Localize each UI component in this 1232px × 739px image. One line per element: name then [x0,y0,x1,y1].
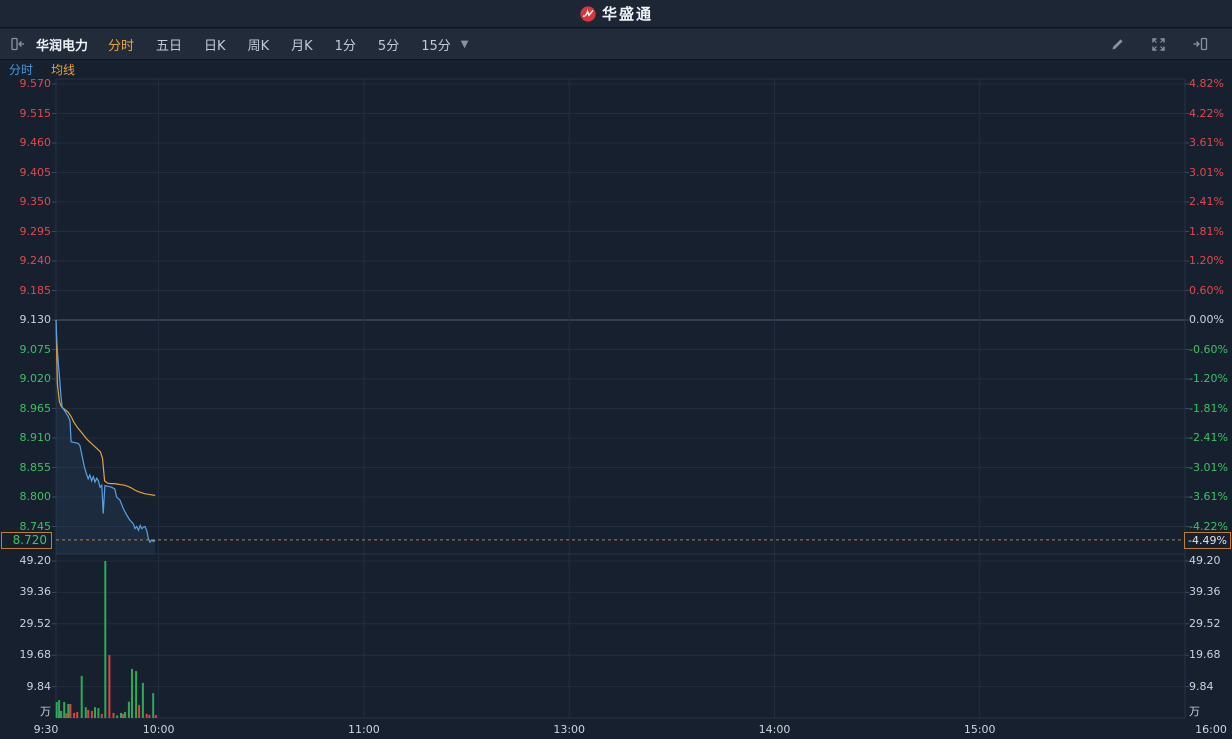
pct-axis-label: -3.01% [1189,460,1228,474]
tab-5day[interactable]: 五日 [156,35,182,54]
pct-axis-label: -0.60% [1189,342,1228,356]
draw-pencil-icon[interactable] [1110,37,1125,52]
legend-average-line[interactable]: 均线 [51,61,75,78]
pct-axis-label: 0.60% [1189,283,1224,297]
huashengtong-logo-icon [580,5,596,22]
price-axis-label: 9.295 [19,224,52,238]
tab-fenshi[interactable]: 分时 [108,35,134,54]
price-axis-label: 9.020 [19,372,52,385]
chart-toolbar: 华润电力 分时 五日 日K 周K 月K 1分 5分 15分 ▼ [0,29,1232,60]
price-axis-label: 8.745 [19,519,52,533]
price-axis-label: 8.800 [19,490,52,503]
price-axis-label: 9.240 [19,254,52,267]
app-titlebar: 华盛通 [0,0,1232,28]
pct-axis-label: -3.61% [1189,490,1228,503]
price-axis-label: 9.350 [19,195,52,208]
stock-name: 华润电力 [36,38,89,54]
time-axis-label: 11:00 [348,723,380,736]
time-axis-label: 16:00 [1195,723,1227,736]
price-axis-label: 8.855 [19,460,52,474]
volume-unit-label: 万 [40,705,51,718]
volume-axis-label: 39.36 [19,585,52,599]
trading-app-window: 华盛通 华润电力 分时 五日 日K 周K 月K 1分 5分 15分 ▼ 分时 均… [0,0,1232,739]
price-axis-label: 8.910 [19,431,52,444]
price-axis-label: 9.515 [19,106,52,120]
panel-expand-right-icon[interactable] [1192,37,1208,51]
pct-axis-label: 2.41% [1189,195,1224,208]
tab-1min[interactable]: 1分 [335,35,356,54]
volume-axis-label: 29.52 [1189,616,1221,630]
time-axis-label: 10:00 [142,723,175,736]
time-axis-label: 9:30 [33,723,59,736]
volume-axis-label: 39.36 [1189,585,1221,599]
pct-axis-label: -1.81% [1189,401,1228,415]
volume-axis-label: 9.84 [26,679,52,693]
legend-fenshi-line[interactable]: 分时 [9,61,33,78]
price-axis-label: 9.130 [19,313,52,326]
price-axis-label: 8.965 [19,401,52,415]
current-change-badge: -4.49% [1184,532,1231,549]
chart-legend: 分时 均线 [0,61,1232,78]
pct-axis-label: 1.20% [1189,254,1224,267]
price-axis-label: 9.460 [19,136,52,149]
volume-axis-label: 49.20 [19,554,52,567]
price-axis-label: 9.570 [19,77,52,90]
volume-unit-label: 万 [1189,705,1200,718]
app-logo: 华盛通 [579,3,653,24]
pct-axis-label: 4.22% [1189,106,1224,120]
time-axis-label: 14:00 [758,723,791,736]
tab-15min[interactable]: 15分 [421,35,451,54]
volume-axis-label: 9.84 [1189,679,1214,693]
minute-chart-canvas[interactable] [0,0,1232,739]
pct-axis-label: -2.41% [1189,431,1228,444]
tab-week-k[interactable]: 周K [248,35,270,54]
volume-axis-label: 19.68 [1189,648,1221,662]
axis-labels-layer: 9.570 4.82% 9.515 4.22% 9.460 3.61% 9.405 3.01%… [0,0,1232,739]
volume-axis-label: 19.68 [19,648,52,662]
volume-axis-label: 29.52 [19,616,52,630]
tab-day-k[interactable]: 日K [204,35,226,54]
app-title: 华盛通 [601,5,653,23]
volume-axis-label: 49.20 [1189,554,1221,567]
pct-axis-label: 3.61% [1189,136,1224,149]
time-axis-label: 13:00 [553,723,586,736]
price-axis-label: 9.405 [19,165,52,179]
pct-axis-label: 0.00% [1189,313,1224,326]
tab-month-k[interactable]: 月K [291,35,313,54]
pct-axis-label: -1.20% [1189,372,1228,385]
panel-collapse-left-icon[interactable] [10,37,26,51]
chevron-down-icon[interactable]: ▼ [461,39,469,50]
price-axis-label: 9.185 [19,283,52,297]
pct-axis-label: 1.81% [1189,224,1224,238]
current-price-badge: 8.720 [1,532,52,549]
price-axis-label: 9.075 [19,342,52,356]
fullscreen-expand-icon[interactable] [1151,37,1166,52]
pct-axis-label: 4.82% [1189,77,1224,90]
pct-axis-label: -4.22% [1189,519,1228,533]
tab-5min[interactable]: 5分 [378,35,399,54]
time-axis-label: 15:00 [963,723,996,736]
pct-axis-label: 3.01% [1189,165,1224,179]
